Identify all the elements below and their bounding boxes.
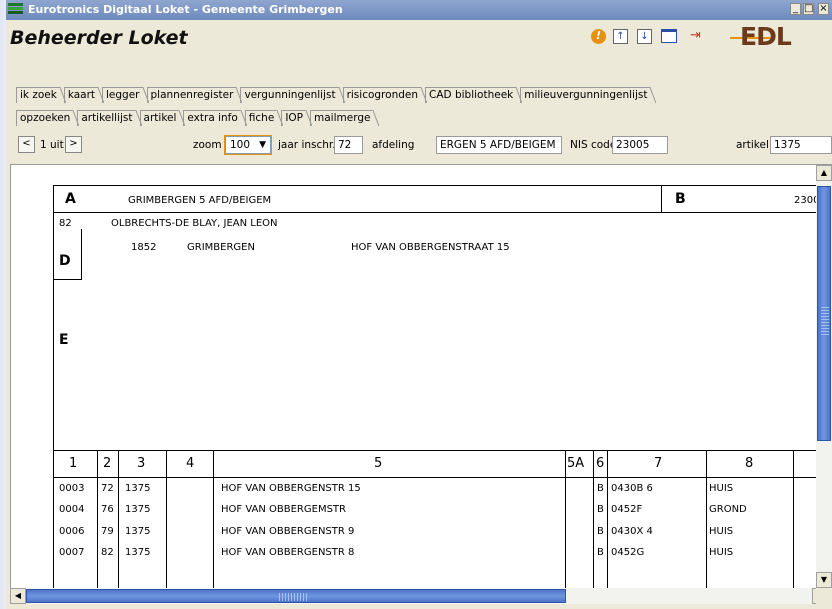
year-field[interactable]: 72 xyxy=(334,136,363,154)
vertical-scroll-thumb[interactable] xyxy=(817,186,831,441)
zoom-select[interactable]: 100 ▼ xyxy=(224,135,272,155)
tab-plannenregister[interactable]: plannenregister xyxy=(146,87,243,103)
frame-line xyxy=(661,185,662,213)
app-name: Beheerder Loket xyxy=(10,27,188,49)
sub-tab-bar: opzoeken artikellijst artikel extra info fic… xyxy=(16,110,380,127)
column-header: 7 xyxy=(654,456,663,471)
section-label-b: B xyxy=(675,191,686,207)
owner-municipality: GRIMBERGEN xyxy=(187,242,255,253)
nis-code-label: NIS code xyxy=(570,139,617,151)
column-header: 6 xyxy=(596,456,605,471)
zoom-label: zoom xyxy=(193,139,222,151)
column-header: 1 xyxy=(69,456,78,471)
afdeling-name: GRIMBERGEN 5 AFD/BEIGEM xyxy=(128,195,272,206)
maximize-button[interactable]: □ xyxy=(803,3,814,17)
column-header: 3 xyxy=(137,456,146,471)
scroll-up-button[interactable]: ▲ xyxy=(816,165,832,181)
app-header: Beheerder Loket ! ↑ ↓ ⇥ EDL xyxy=(6,20,832,76)
close-button[interactable]: × xyxy=(818,3,829,17)
frame-line xyxy=(53,279,82,280)
scrollbar-corner xyxy=(816,588,832,604)
table-line xyxy=(53,450,832,451)
title-bar[interactable]: Eurotronics Digitaal Loket - Gemeente Gr… xyxy=(6,0,832,20)
main-tab-bar: ik zoek kaart legger plannenregister vergunn… xyxy=(16,87,657,104)
exit-icon[interactable]: ⇥ xyxy=(688,29,703,44)
tab-vergunningenlijst[interactable]: vergunningenlijst xyxy=(240,87,345,103)
column-header: 4 xyxy=(186,456,195,471)
table-line xyxy=(166,450,167,588)
section-label-e: E xyxy=(59,332,69,348)
section-label-d: D xyxy=(59,253,71,269)
tab-mailmerge[interactable]: mailmerge xyxy=(310,110,380,126)
frame-line xyxy=(53,185,54,588)
arrow-up-icon[interactable]: ↑ xyxy=(613,29,628,44)
next-page-button[interactable]: > xyxy=(65,136,82,153)
section-label-a: A xyxy=(65,191,76,207)
afdeling-field[interactable]: ERGEN 5 AFD/BEIGEM xyxy=(436,136,562,154)
column-header: 5 xyxy=(374,456,383,471)
owner-name: OLBRECHTS-DE BLAY, JEAN LEON xyxy=(111,218,278,229)
scroll-left-button[interactable]: ◀ xyxy=(10,588,26,604)
table-line xyxy=(118,450,119,588)
tab-extra-info[interactable]: extra info xyxy=(183,110,248,126)
owner-postcode: 1852 xyxy=(131,242,157,253)
info-icon[interactable]: ! xyxy=(591,29,606,44)
grip-icon xyxy=(821,305,829,335)
horizontal-scroll-thumb[interactable] xyxy=(26,589,566,603)
minimize-button[interactable]: _ xyxy=(790,3,801,17)
previous-page-button[interactable]: < xyxy=(18,136,35,153)
tab-opzoeken[interactable]: opzoeken xyxy=(16,110,80,126)
app-window: Eurotronics Digitaal Loket - Gemeente Gr… xyxy=(6,0,832,609)
tab-milieuvergunningenlijst[interactable]: milieuvergunningenlijst xyxy=(520,87,657,103)
chevron-down-icon: ▼ xyxy=(259,140,266,150)
table-line xyxy=(97,450,98,588)
fiche-document: A GRIMBERGEN 5 AFD/BEIGEM B 2300 82 OLBR… xyxy=(11,165,832,588)
year-label: jaar inschr. xyxy=(278,139,336,151)
fiche-viewport[interactable]: A GRIMBERGEN 5 AFD/BEIGEM B 2300 82 OLBR… xyxy=(10,164,832,588)
frame-line xyxy=(53,212,832,213)
table-line xyxy=(793,450,794,588)
window-icon[interactable] xyxy=(661,29,677,43)
tab-artikellijst[interactable]: artikellijst xyxy=(77,110,142,126)
tab-cad-bibliotheek[interactable]: CAD bibliotheek xyxy=(425,87,523,103)
table-line xyxy=(213,450,214,588)
tab-kaart[interactable]: kaart xyxy=(63,87,105,103)
table-line xyxy=(706,450,707,588)
frame-line xyxy=(81,229,82,279)
frame-line xyxy=(53,185,832,186)
tab-legger[interactable]: legger xyxy=(102,87,150,103)
scroll-down-button[interactable]: ▼ xyxy=(816,572,832,588)
fiche-toolbar: < 1 uit 1 > zoom 100 ▼ jaar inschr. 72 af… xyxy=(6,135,832,157)
table-line xyxy=(607,450,608,588)
column-header: 5A xyxy=(567,456,585,471)
owner-number: 82 xyxy=(59,218,72,229)
tab-artikel[interactable]: artikel xyxy=(139,110,186,126)
logo: EDL xyxy=(740,22,792,51)
vertical-scrollbar[interactable]: ▲ ▼ xyxy=(816,165,832,588)
table-line xyxy=(53,477,832,478)
afdeling-label: afdeling xyxy=(372,139,415,151)
owner-address: HOF VAN OBBERGENSTRAAT 15 xyxy=(351,242,510,253)
window-title: Eurotronics Digitaal Loket - Gemeente Gr… xyxy=(28,3,343,16)
column-header: 8 xyxy=(745,456,754,471)
tab-iop[interactable]: IOP xyxy=(281,110,312,126)
grip-icon xyxy=(279,593,309,601)
horizontal-scrollbar[interactable]: ◀ ▶ xyxy=(10,588,832,604)
table-line xyxy=(565,450,566,588)
column-header: 2 xyxy=(103,456,112,471)
arrow-down-icon[interactable]: ↓ xyxy=(637,29,652,44)
zoom-value: 100 xyxy=(230,139,251,151)
tab-ik-zoek[interactable]: ik zoek xyxy=(16,87,66,103)
tab-risicogronden[interactable]: risicogronden xyxy=(342,87,428,103)
table-line xyxy=(593,450,594,588)
app-icon xyxy=(8,3,23,16)
nis-code-field[interactable]: 23005 xyxy=(612,136,668,154)
artikel-label: artikel xyxy=(736,139,769,151)
artikel-field[interactable]: 1375 xyxy=(770,136,832,154)
tab-fiche[interactable]: fiche xyxy=(244,110,283,126)
